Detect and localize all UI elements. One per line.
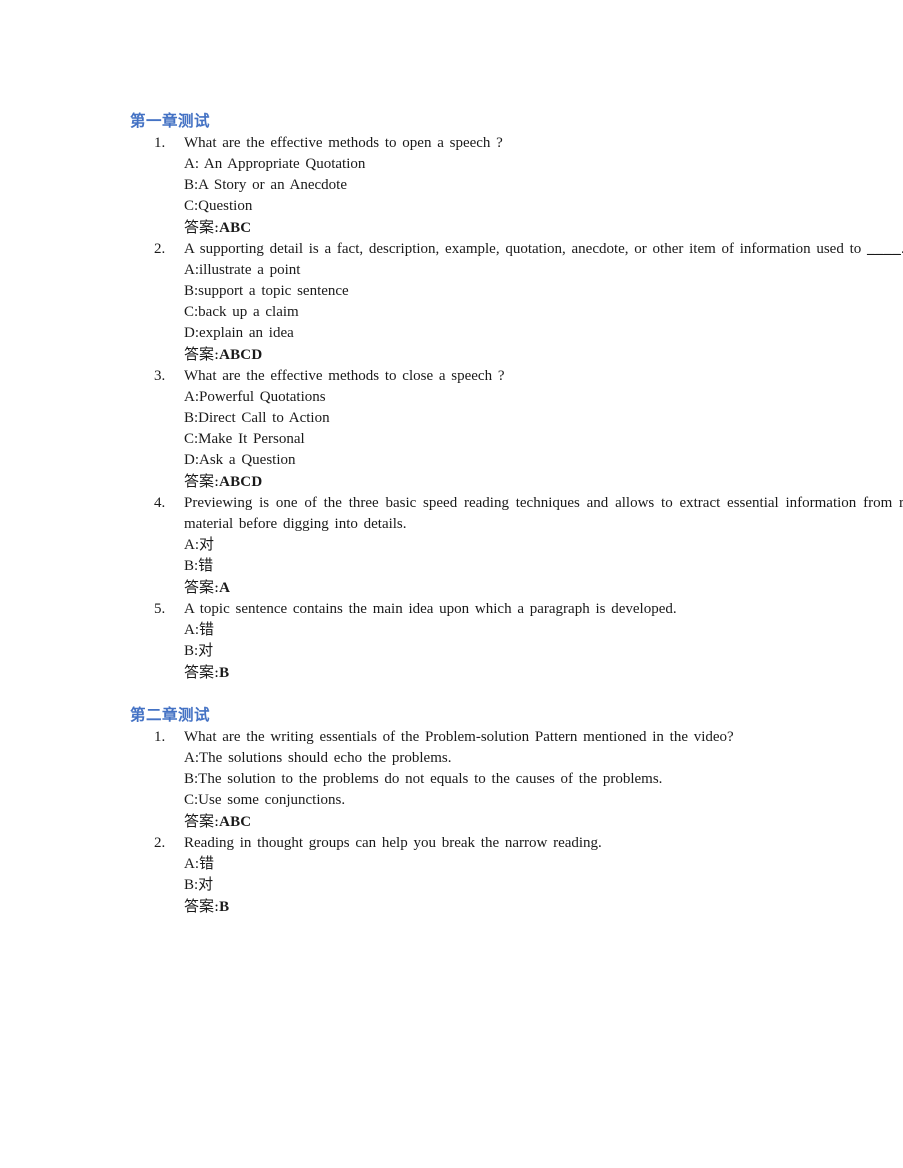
question-number: 3. xyxy=(154,368,166,384)
chapter-title: 第二章测试 xyxy=(130,705,211,724)
question-item: 4. Previewing is one of the three basic … xyxy=(130,493,903,599)
answer-value: A xyxy=(219,580,231,596)
question-number: 5. xyxy=(154,601,166,617)
chapter-title: 第一章测试 xyxy=(130,111,211,130)
question-stem: What are the effective methods to open a… xyxy=(184,135,503,151)
chapter-section-2: 第二章测试 1. What are the writing essentials… xyxy=(130,704,903,918)
question-number: 4. xyxy=(154,495,166,511)
answer-line: 答案:ABC xyxy=(184,217,903,239)
question-stem: A topic sentence contains the main idea … xyxy=(184,601,677,617)
question-number: 2. xyxy=(154,835,166,851)
question-list: 1. What are the effective methods to ope… xyxy=(130,133,903,684)
question-item: 5. A topic sentence contains the main id… xyxy=(130,599,903,684)
option-a[interactable]: A:illustrate a point xyxy=(184,260,903,281)
chapter-section-1: 第一章测试 1. What are the effective methods … xyxy=(130,110,903,684)
answer-label: 答案: xyxy=(184,897,220,915)
option-c[interactable]: C:Use some conjunctions. xyxy=(184,790,903,811)
question-stem: Reading in thought groups can help you b… xyxy=(184,835,602,851)
answer-value: B xyxy=(219,665,230,681)
question-stem: What are the writing essentials of the P… xyxy=(184,729,734,745)
answer-value: ABCD xyxy=(219,474,263,490)
answer-line: 答案:ABC xyxy=(184,811,903,833)
question-stem-text: A supporting detail is a fact, descripti… xyxy=(184,241,867,257)
option-a[interactable]: A:对 xyxy=(184,535,903,556)
option-a[interactable]: A:Powerful Quotations xyxy=(184,387,903,408)
question-stem: Previewing is one of the three basic spe… xyxy=(184,495,903,532)
option-b[interactable]: B:support a topic sentence xyxy=(184,281,903,302)
answer-value: ABC xyxy=(219,814,252,830)
option-d[interactable]: D:explain an idea xyxy=(184,323,903,344)
option-d[interactable]: D:Ask a Question xyxy=(184,450,903,471)
answer-line: 答案:B xyxy=(184,896,903,918)
document-page: 第一章测试 1. What are the effective methods … xyxy=(0,0,903,918)
question-item: 2. A supporting detail is a fact, descri… xyxy=(130,239,903,366)
question-item: 3. What are the effective methods to clo… xyxy=(130,366,903,493)
option-a[interactable]: A: An Appropriate Quotation xyxy=(184,154,903,175)
option-c[interactable]: C:back up a claim xyxy=(184,302,903,323)
answer-value: ABC xyxy=(219,220,252,236)
answer-line: 答案:ABCD xyxy=(184,471,903,493)
question-list: 1. What are the writing essentials of th… xyxy=(130,727,903,918)
option-b[interactable]: B:The solution to the problems do not eq… xyxy=(184,769,903,790)
answer-line: 答案:A xyxy=(184,577,903,599)
question-item: 1. What are the writing essentials of th… xyxy=(130,727,903,833)
question-number: 1. xyxy=(154,135,166,151)
option-a[interactable]: A:The solutions should echo the problems… xyxy=(184,748,903,769)
question-item: 1. What are the effective methods to ope… xyxy=(130,133,903,239)
answer-label: 答案: xyxy=(184,218,220,236)
option-c[interactable]: C:Make It Personal xyxy=(184,429,903,450)
option-b[interactable]: B:对 xyxy=(184,641,903,662)
question-stem: A supporting detail is a fact, descripti… xyxy=(184,239,903,260)
answer-value: B xyxy=(219,899,230,915)
answer-label: 答案: xyxy=(184,812,220,830)
answer-label: 答案: xyxy=(184,472,220,490)
answer-value: ABCD xyxy=(219,347,263,363)
question-stem: What are the effective methods to close … xyxy=(184,368,505,384)
option-b[interactable]: B:A Story or an Anecdote xyxy=(184,175,903,196)
option-b[interactable]: B:对 xyxy=(184,875,903,896)
question-item: 2. Reading in thought groups can help yo… xyxy=(130,833,903,918)
option-a[interactable]: A:错 xyxy=(184,854,903,875)
answer-blank: ____ xyxy=(867,241,901,257)
option-b[interactable]: B:错 xyxy=(184,556,903,577)
question-number: 1. xyxy=(154,729,166,745)
question-number: 2. xyxy=(154,241,166,257)
answer-line: 答案:B xyxy=(184,662,903,684)
option-a[interactable]: A:错 xyxy=(184,620,903,641)
answer-label: 答案: xyxy=(184,578,220,596)
answer-line: 答案:ABCD xyxy=(184,344,903,366)
option-c[interactable]: C:Question xyxy=(184,196,903,217)
answer-label: 答案: xyxy=(184,345,220,363)
option-b[interactable]: B:Direct Call to Action xyxy=(184,408,903,429)
answer-label: 答案: xyxy=(184,663,220,681)
